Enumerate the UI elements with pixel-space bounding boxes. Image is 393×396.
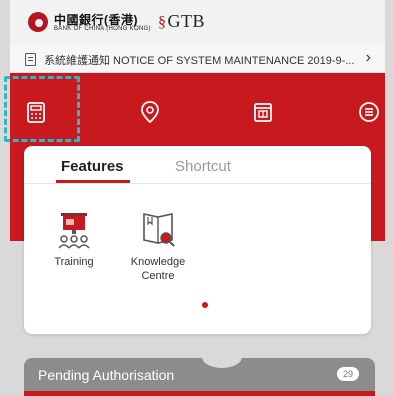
gtb-logo-text: GTB: [167, 11, 205, 31]
menu-icon: [359, 102, 379, 122]
feature-label-knowledge-line: Knowledge Centre: [130, 256, 186, 282]
features-card: Features Shortcut Training Knowledge Cen…: [24, 146, 371, 334]
location-button[interactable]: [134, 96, 166, 128]
boc-logo-icon: [28, 12, 48, 32]
gtb-mark-icon: §: [158, 14, 167, 31]
calendar-icon: [254, 103, 272, 122]
calculator-highlight-box: [4, 76, 80, 142]
knowledge-centre-icon: [139, 208, 177, 250]
pending-count-badge: 29: [337, 367, 359, 381]
left-gutter: [0, 0, 10, 396]
page-indicator-dot: [202, 302, 208, 308]
chevron-right-icon[interactable]: ›: [366, 49, 371, 67]
app-screen: 中國銀行(香港) BANK OF CHINA (HONG KONG) §GTB …: [0, 0, 393, 396]
app-header: 中國銀行(香港) BANK OF CHINA (HONG KONG) §GTB: [10, 0, 385, 45]
pending-bar-notch: [202, 358, 242, 368]
maintenance-notice-bar[interactable]: 系統維護通知 NOTICE OF SYSTEM MAINTENANCE 2019…: [10, 45, 385, 73]
bank-name-en: BANK OF CHINA (HONG KONG): [54, 26, 151, 32]
pending-authorisation-bar[interactable]: Pending Authorisation 29: [24, 358, 375, 396]
pending-authorisation-label: Pending Authorisation: [38, 367, 175, 383]
calendar-button[interactable]: [247, 96, 279, 128]
training-icon: [55, 208, 93, 250]
tab-features[interactable]: Features: [61, 158, 124, 175]
feature-knowledge-centre[interactable]: Knowledge Centre: [122, 208, 194, 283]
notice-text: 系統維護通知 NOTICE OF SYSTEM MAINTENANCE 2019…: [44, 55, 355, 67]
tab-shortcut[interactable]: Shortcut: [175, 158, 231, 175]
notice-icon: [25, 53, 36, 66]
location-pin-icon: [141, 101, 159, 124]
right-gutter: [385, 0, 393, 396]
gtb-logo: §GTB: [158, 11, 205, 32]
feature-label-training: Training: [54, 256, 94, 268]
feature-label-knowledge-centre: Knowledge Centre: [122, 255, 194, 283]
feature-training[interactable]: Training: [38, 208, 110, 269]
pending-bar-red-strip: [24, 391, 375, 396]
tab-divider: [24, 183, 371, 184]
menu-button[interactable]: [353, 96, 385, 128]
